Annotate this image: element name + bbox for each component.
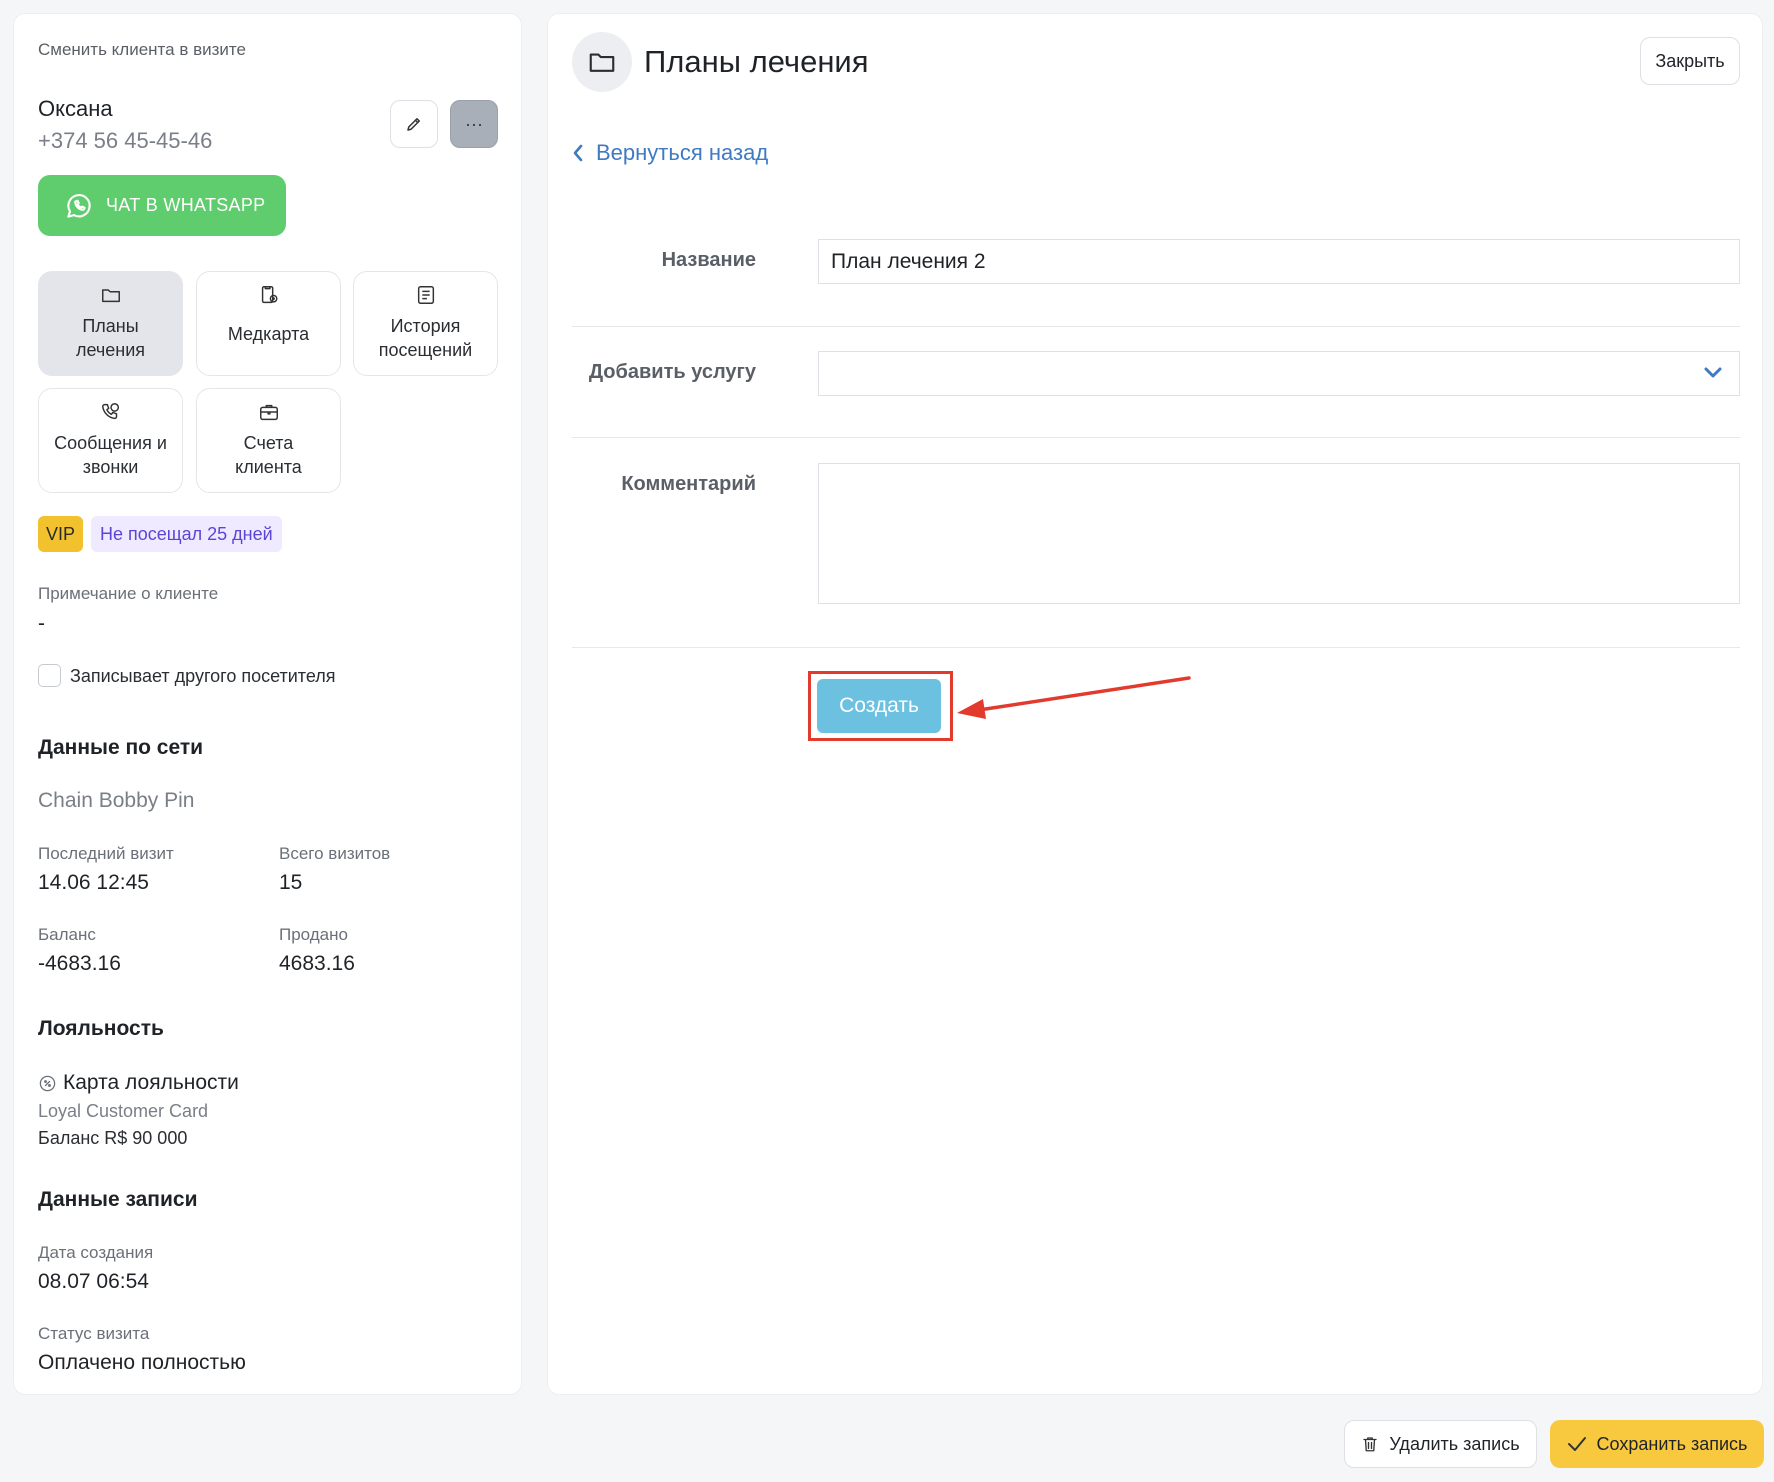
divider (572, 647, 1740, 648)
created-value: 08.07 06:54 (38, 1270, 149, 1293)
comment-textarea[interactable] (818, 463, 1740, 604)
divider (572, 437, 1740, 438)
treatment-plan-panel: Планы лечения Закрыть Вернуться назад На… (547, 13, 1763, 1395)
back-link-label: Вернуться назад (596, 140, 769, 165)
client-phone[interactable]: +374 56 45-45-46 (38, 128, 212, 154)
pencil-icon (407, 118, 420, 131)
loyalty-card-balance: Баланс R$ 90 000 (38, 1128, 188, 1148)
tile-medical-card[interactable]: Медкарта (196, 271, 341, 376)
network-section-title: Данные по сети (38, 736, 204, 759)
save-record-label: Сохранить запись (1596, 1433, 1748, 1454)
tile-label: История (390, 316, 461, 336)
divider (572, 326, 1740, 327)
checkmark-icon (1567, 1437, 1586, 1451)
tile-client-invoices[interactable]: Счета клиента (196, 388, 341, 493)
last-visit-value: 14.06 12:45 (38, 871, 149, 894)
chevron-down-icon (1704, 367, 1722, 378)
visit-status-label: Статус визита (38, 1324, 150, 1343)
record-section-title: Данные записи (38, 1188, 198, 1211)
tile-label: клиента (235, 457, 302, 477)
phone-chat-icon (101, 403, 119, 420)
tile-label: Медкарта (227, 324, 310, 344)
page-icon (572, 32, 632, 92)
whatsapp-icon (67, 193, 91, 218)
page-title: Планы лечения (644, 44, 869, 79)
tile-visit-history[interactable]: История посещений (353, 271, 498, 376)
delete-record-button[interactable]: Удалить запись (1344, 1420, 1537, 1468)
tile-messages-calls[interactable]: Сообщения и звонки (38, 388, 183, 493)
loyalty-section-title: Лояльность (38, 1017, 164, 1040)
folder-icon (589, 53, 615, 72)
last-visit-label: Последний визит (38, 844, 174, 863)
create-button-highlight: Создать (808, 671, 953, 741)
balance-label: Баланс (38, 925, 96, 944)
not-visited-badge: Не посещал 25 дней (91, 516, 282, 552)
loyalty-card-name: Loyal Customer Card (38, 1101, 209, 1121)
more-options-button[interactable]: ··· (450, 100, 498, 148)
client-name: Оксана (38, 96, 113, 121)
books-another-visitor-label[interactable]: Записывает другого посетителя (70, 666, 336, 687)
visit-status-value: Оплачено полностью (38, 1351, 246, 1374)
client-note-label: Примечание о клиенте (38, 584, 219, 603)
folder-icon (101, 289, 120, 303)
loyalty-card-title: Карта лояльности (63, 1071, 239, 1094)
create-button[interactable]: Создать (817, 679, 941, 733)
vip-badge: VIP (38, 516, 84, 552)
delete-record-label: Удалить запись (1389, 1433, 1520, 1454)
whatsapp-chat-button[interactable]: ЧАТ В WHATSAPP (38, 175, 286, 236)
client-note-value: - (38, 612, 45, 635)
total-visits-label: Всего визитов (279, 844, 391, 863)
tile-label: звонки (82, 457, 139, 477)
balance-value: -4683.16 (38, 952, 121, 975)
tile-treatment-plans[interactable]: Планы лечения (38, 271, 183, 376)
name-input[interactable] (818, 239, 1740, 284)
comment-label: Комментарий (621, 473, 756, 495)
briefcase-icon (259, 404, 278, 421)
ellipsis-icon: ··· (465, 113, 483, 134)
whatsapp-label: ЧАТ В WHATSAPP (106, 195, 266, 215)
tile-label: Сообщения и (54, 433, 167, 453)
history-list-icon (417, 286, 434, 304)
client-panel: Сменить клиента в визите Оксана +374 56 … (13, 13, 522, 1395)
medical-card-icon (261, 286, 278, 304)
created-label: Дата создания (38, 1243, 154, 1262)
tile-label: посещений (378, 340, 473, 360)
chevron-left-icon (573, 144, 583, 162)
save-record-button[interactable]: Сохранить запись (1550, 1420, 1764, 1468)
chain-name: Chain Bobby Pin (38, 789, 195, 812)
trash-icon (1363, 1437, 1378, 1452)
tile-label: лечения (75, 340, 146, 360)
name-label: Название (661, 249, 756, 271)
add-service-select[interactable] (818, 351, 1740, 396)
change-client-link[interactable]: Сменить клиента в визите (38, 40, 246, 60)
tile-label: Планы (82, 316, 139, 336)
edit-client-button[interactable] (390, 100, 438, 148)
total-visits-value: 15 (279, 871, 303, 894)
discount-badge-icon (39, 1075, 56, 1091)
annotation-arrow-icon (957, 676, 1191, 719)
sold-value: 4683.16 (279, 952, 355, 975)
books-another-visitor-checkbox[interactable] (38, 664, 61, 687)
add-service-label: Добавить услугу (588, 361, 756, 383)
sold-label: Продано (279, 925, 348, 944)
loyalty-card[interactable]: Карта лояльности (38, 1071, 239, 1095)
tile-label: Счета (243, 433, 294, 453)
back-link[interactable]: Вернуться назад (572, 140, 768, 166)
close-button[interactable]: Закрыть (1640, 37, 1740, 85)
